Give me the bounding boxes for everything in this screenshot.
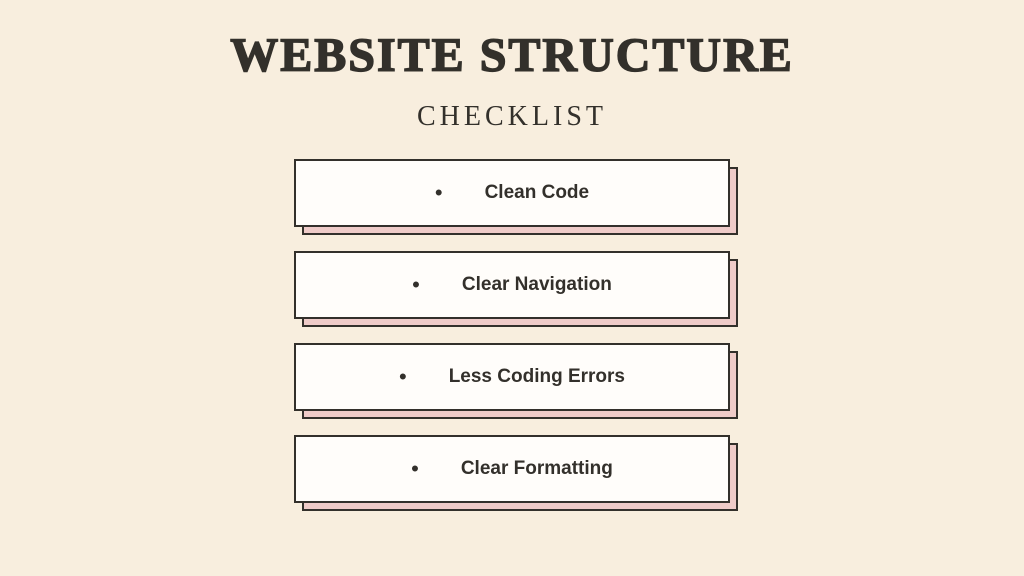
item-box: • Clear Formatting (294, 435, 730, 503)
list-item: • Less Coding Errors (294, 343, 730, 411)
page-subtitle: CHECKLIST (417, 101, 607, 133)
item-text: Clear Navigation (462, 274, 612, 296)
list-item: • Clean Code (294, 159, 730, 227)
item-box: • Clean Code (294, 159, 730, 227)
item-text: Clear Formatting (461, 458, 613, 480)
page-title: WEBSITE STRUCTURE (230, 28, 794, 83)
bullet-icon: • (411, 456, 419, 482)
item-box: • Less Coding Errors (294, 343, 730, 411)
item-text: Less Coding Errors (449, 366, 625, 388)
list-item: • Clear Navigation (294, 251, 730, 319)
item-box: • Clear Navigation (294, 251, 730, 319)
item-text: Clean Code (485, 182, 590, 204)
bullet-icon: • (412, 272, 420, 298)
list-item: • Clear Formatting (294, 435, 730, 503)
checklist: • Clean Code • Clear Navigation • Less C… (294, 159, 730, 503)
bullet-icon: • (399, 364, 407, 390)
bullet-icon: • (435, 180, 443, 206)
